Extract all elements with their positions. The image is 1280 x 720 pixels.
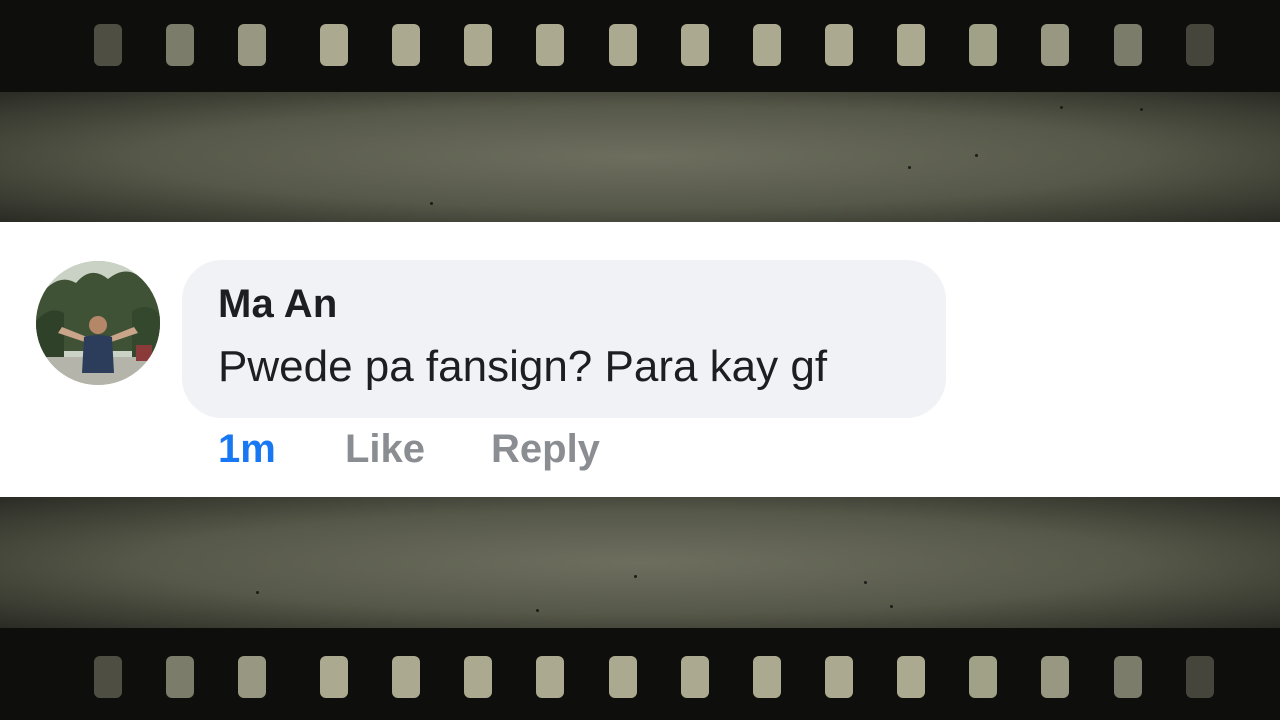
film-speck	[536, 609, 539, 612]
sprocket-hole	[609, 656, 637, 698]
film-speck	[975, 154, 978, 157]
film-speck	[908, 166, 911, 169]
sprocket-hole	[825, 656, 853, 698]
sprocket-hole	[320, 656, 348, 698]
reply-button[interactable]: Reply	[491, 427, 600, 472]
sprocket-hole	[969, 24, 997, 66]
sprocket-hole	[681, 656, 709, 698]
sprocket-hole	[238, 24, 266, 66]
sprocket-hole	[166, 24, 194, 66]
sprocket-hole	[1041, 656, 1069, 698]
sprocket-hole	[464, 24, 492, 66]
sprocket-hole	[238, 656, 266, 698]
like-button[interactable]: Like	[345, 427, 425, 472]
sprocket-hole	[166, 656, 194, 698]
sprocket-hole	[753, 24, 781, 66]
video-frame: Ma An Pwede pa fansign? Para kay gf 1m L…	[0, 0, 1280, 720]
film-speck	[864, 581, 867, 584]
film-strip-top	[0, 0, 1280, 92]
sprocket-hole	[392, 656, 420, 698]
avatar[interactable]	[36, 261, 160, 385]
sprocket-hole	[1041, 24, 1069, 66]
comment: Ma An Pwede pa fansign? Para kay gf 1m L…	[0, 222, 1280, 497]
film-speck	[1060, 106, 1063, 109]
sprocket-hole	[536, 656, 564, 698]
sprocket-hole	[969, 656, 997, 698]
film-frame-lower	[0, 497, 1280, 628]
sprocket-hole	[94, 656, 122, 698]
sprocket-hole	[464, 656, 492, 698]
profile-photo-icon	[36, 261, 160, 385]
sprocket-hole	[681, 24, 709, 66]
film-speck	[430, 202, 433, 205]
film-speck	[634, 575, 637, 578]
sprocket-hole	[1186, 656, 1214, 698]
sprocket-hole	[753, 656, 781, 698]
film-speck	[890, 605, 893, 608]
film-speck	[256, 591, 259, 594]
film-strip-bottom	[0, 628, 1280, 720]
sprocket-hole	[392, 24, 420, 66]
sprocket-hole	[94, 24, 122, 66]
comment-author[interactable]: Ma An	[218, 282, 338, 327]
sprocket-hole	[1114, 24, 1142, 66]
sprocket-hole	[536, 24, 564, 66]
film-speck	[1140, 108, 1143, 111]
sprocket-hole	[609, 24, 637, 66]
sprocket-hole	[1186, 24, 1214, 66]
sprocket-hole	[825, 24, 853, 66]
sprocket-hole	[1114, 656, 1142, 698]
film-frame-upper	[0, 92, 1280, 222]
sprocket-hole	[897, 24, 925, 66]
comment-text: Pwede pa fansign? Para kay gf	[218, 342, 828, 391]
comment-timestamp[interactable]: 1m	[218, 427, 276, 472]
sprocket-hole	[897, 656, 925, 698]
sprocket-hole	[320, 24, 348, 66]
comment-bubble: Ma An Pwede pa fansign? Para kay gf	[182, 260, 946, 418]
